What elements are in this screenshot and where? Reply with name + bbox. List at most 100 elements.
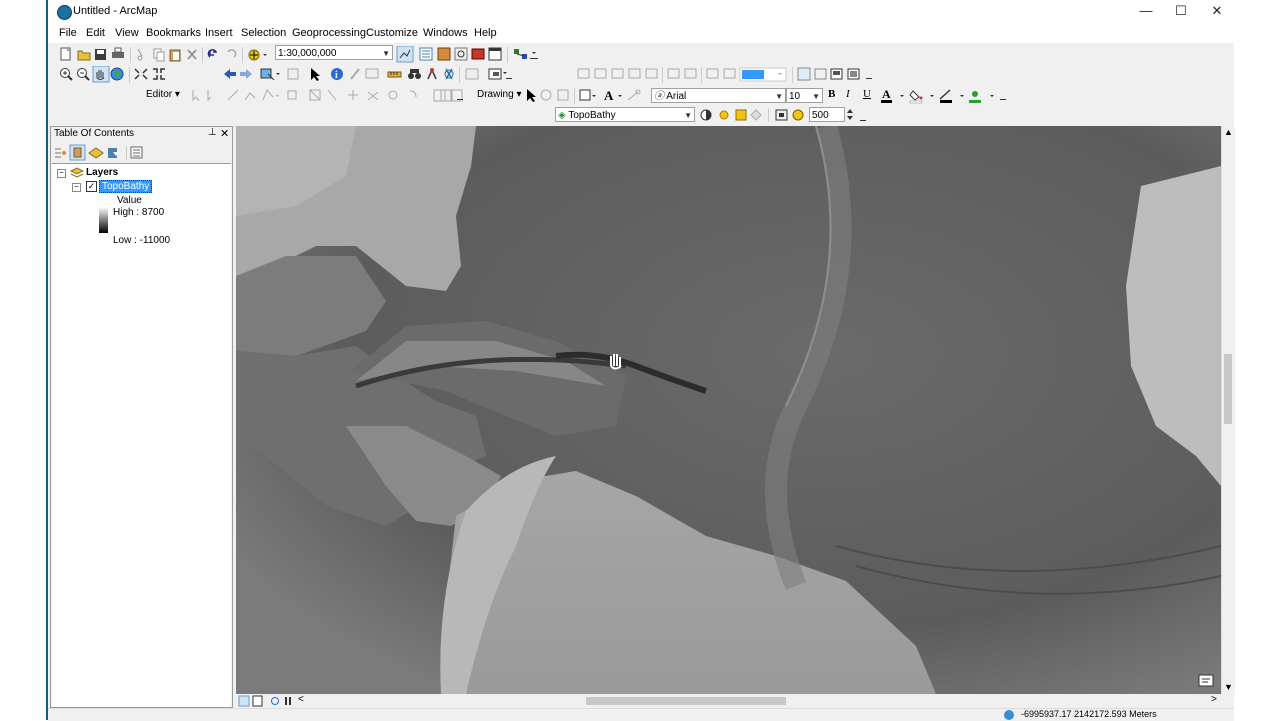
redo-icon[interactable] (227, 49, 237, 58)
pan-hand-icon[interactable] (92, 66, 110, 83)
line-color-icon[interactable] (939, 89, 964, 103)
bold-button[interactable]: B (828, 88, 835, 100)
python-window-icon[interactable] (488, 47, 502, 61)
back-extent-icon[interactable] (224, 69, 236, 79)
map-vertical-scrollbar[interactable]: ▲ ▼ (1221, 126, 1235, 694)
spin-up-icon[interactable] (847, 109, 853, 113)
fixed-zoom-in-icon[interactable] (134, 68, 148, 80)
scroll-up-icon[interactable]: ▲ (1224, 127, 1233, 137)
add-data-icon[interactable] (248, 49, 267, 61)
font-color-icon[interactable]: A (881, 87, 904, 103)
list-by-selection-icon[interactable] (108, 148, 119, 158)
split-tool-icon[interactable] (348, 90, 358, 100)
toc-options-icon[interactable] (130, 146, 143, 159)
measure-icon[interactable] (387, 71, 402, 78)
scroll-down-icon[interactable]: ▼ (1224, 682, 1233, 692)
transparency-icon[interactable] (735, 109, 747, 121)
editor-toolbar-icon[interactable] (396, 46, 414, 63)
flicker-rate-icon[interactable] (792, 109, 804, 121)
edit-vertices-icon[interactable] (287, 90, 297, 100)
find-binoculars-icon[interactable] (408, 69, 421, 79)
menu-edit[interactable]: Edit (86, 27, 105, 39)
create-viewer-window-icon[interactable] (488, 68, 507, 80)
select-elements-icon[interactable] (527, 89, 536, 102)
toggle-draft-mode-icon[interactable] (797, 67, 811, 81)
select-features-icon[interactable] (260, 68, 280, 81)
topobathy-layer-name[interactable]: TopoBathy (99, 180, 153, 193)
time-slider-icon[interactable] (465, 68, 479, 80)
maximize-button[interactable]: ☐ (1163, 0, 1199, 24)
edit-annotation-icon[interactable] (207, 90, 212, 102)
layout-fixed-zoom-out-icon[interactable] (684, 68, 697, 79)
focus-data-frame-icon[interactable] (814, 68, 827, 80)
trace-icon[interactable] (244, 92, 256, 101)
menu-file[interactable]: File (59, 27, 77, 39)
collapse-topobathy-icon[interactable]: − (72, 183, 81, 192)
menu-geoprocessing[interactable]: Geoprocessing (292, 27, 366, 39)
select-elements-arrow-icon[interactable] (311, 68, 320, 81)
reshape-feature-icon[interactable] (309, 89, 321, 101)
toc-close-icon[interactable]: ✕ (220, 127, 229, 140)
drawing-menu[interactable]: Drawing ▾ (477, 89, 522, 100)
copy-icon[interactable] (153, 48, 165, 62)
scroll-left-icon[interactable]: < (298, 694, 304, 705)
cut-polygons-icon[interactable] (327, 89, 337, 101)
scroll-right-icon[interactable]: > (1211, 694, 1217, 705)
forward-extent-icon[interactable] (240, 69, 252, 79)
rotate-element-icon[interactable] (540, 89, 552, 101)
list-by-drawing-order-icon[interactable] (55, 148, 66, 158)
layout-pan-icon[interactable] (611, 68, 624, 79)
pause-drawing-icon[interactable] (285, 697, 291, 705)
marker-color-icon[interactable] (969, 91, 994, 103)
spin-down-icon[interactable] (847, 116, 853, 120)
menu-view[interactable]: View (115, 27, 139, 39)
map-scale-combo[interactable]: 1:30,000,000 ▼ (275, 45, 393, 60)
catalog-icon[interactable] (437, 47, 451, 61)
table-of-contents-icon[interactable] (419, 47, 433, 61)
data-view-icon[interactable] (238, 695, 250, 707)
font-size-combo[interactable]: 10 ▼ (786, 88, 823, 103)
contrast-icon[interactable] (700, 109, 712, 121)
go-to-xy-icon[interactable] (444, 68, 454, 80)
menu-customize[interactable]: Customize (366, 27, 418, 39)
new-rectangle-icon[interactable] (579, 89, 596, 101)
straight-segment-icon[interactable] (227, 89, 239, 101)
menu-selection[interactable]: Selection (241, 27, 286, 39)
editor-menu[interactable]: Editor ▾ (146, 89, 180, 100)
underline-button[interactable]: U (863, 88, 871, 100)
effects-layer-combo[interactable]: ◈ TopoBathy ▼ (555, 107, 695, 122)
save-icon[interactable] (95, 49, 106, 60)
horizontal-scroll-thumb[interactable] (586, 697, 786, 705)
zoom-in-icon[interactable] (60, 68, 73, 81)
menu-insert[interactable]: Insert (205, 27, 233, 39)
layout-zoom-in-icon[interactable] (577, 68, 590, 79)
arctoolbox-icon[interactable] (471, 48, 485, 60)
zoom-percent-combo[interactable] (739, 67, 787, 82)
layout-fixed-zoom-in-icon[interactable] (667, 68, 680, 79)
attributes-icon[interactable] (388, 90, 398, 100)
italic-button[interactable]: I (846, 88, 850, 100)
model-builder-icon[interactable] (514, 49, 527, 59)
layout-back-icon[interactable] (706, 68, 719, 79)
delete-icon[interactable] (187, 49, 197, 60)
swipe-icon[interactable] (750, 109, 762, 121)
minimize-button[interactable]: — (1128, 0, 1164, 24)
vertical-scroll-thumb[interactable] (1224, 354, 1232, 424)
zoom-whole-page-icon[interactable] (628, 68, 641, 79)
point-icon[interactable] (262, 89, 279, 101)
hyperlink-icon[interactable] (350, 68, 360, 80)
topobathy-visibility-checkbox[interactable]: ✓ (86, 181, 97, 192)
map-display[interactable] (236, 126, 1221, 694)
layout-view-icon[interactable] (252, 695, 263, 707)
draw-line-icon[interactable] (627, 89, 641, 101)
paste-icon[interactable] (169, 49, 181, 62)
brightness-icon[interactable] (719, 110, 729, 120)
layers-root-label[interactable]: Layers (86, 167, 118, 178)
print-icon[interactable] (112, 47, 124, 58)
fixed-zoom-out-icon[interactable] (153, 68, 165, 80)
identify-icon[interactable]: i (331, 68, 343, 81)
full-extent-globe-icon[interactable] (110, 67, 124, 81)
data-driven-pages-icon[interactable] (847, 68, 860, 80)
font-combo[interactable]: ⓐ Arial ▼ (651, 88, 786, 103)
html-popup-icon[interactable] (365, 68, 379, 79)
